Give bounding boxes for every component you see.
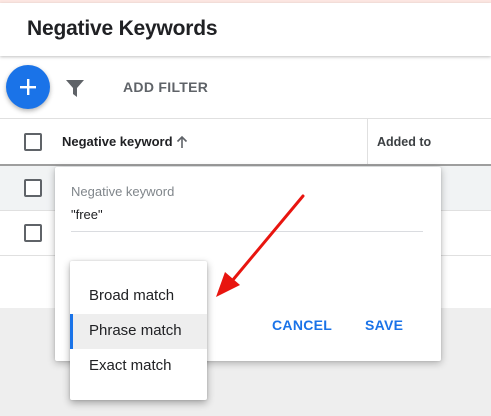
- column-header-negative-keyword[interactable]: Negative keyword: [62, 134, 173, 149]
- menu-item-label: Phrase match: [89, 322, 182, 339]
- match-type-menu: Broad match Phrase match Exact match: [70, 261, 207, 400]
- toolbar: ADD FILTER: [0, 56, 491, 118]
- keyword-field-input[interactable]: "free": [71, 207, 103, 222]
- column-divider: [367, 119, 368, 164]
- menu-item-broad-match[interactable]: Broad match: [70, 279, 207, 314]
- keyword-field-underline: [71, 231, 423, 232]
- cancel-button[interactable]: CANCEL: [272, 317, 332, 333]
- menu-item-phrase-match[interactable]: Phrase match: [70, 314, 207, 349]
- add-button[interactable]: [6, 65, 50, 109]
- page-header: Negative Keywords: [0, 3, 491, 56]
- page-title: Negative Keywords: [27, 17, 218, 40]
- column-header-added-to[interactable]: Added to: [377, 135, 431, 149]
- row-checkbox[interactable]: [24, 179, 42, 197]
- filter-funnel-icon[interactable]: [66, 80, 84, 97]
- sort-ascending-icon[interactable]: [175, 135, 189, 149]
- keyword-field-label: Negative keyword: [71, 184, 175, 199]
- plus-icon: [20, 79, 36, 95]
- row-checkbox[interactable]: [24, 224, 42, 242]
- save-button[interactable]: SAVE: [365, 317, 403, 333]
- menu-item-exact-match[interactable]: Exact match: [70, 349, 207, 384]
- add-filter-button[interactable]: ADD FILTER: [123, 79, 208, 95]
- menu-item-label: Broad match: [89, 287, 175, 304]
- menu-item-label: Exact match: [89, 357, 172, 374]
- select-all-checkbox[interactable]: [24, 133, 42, 151]
- table-header-row: Negative keyword Added to: [0, 119, 491, 166]
